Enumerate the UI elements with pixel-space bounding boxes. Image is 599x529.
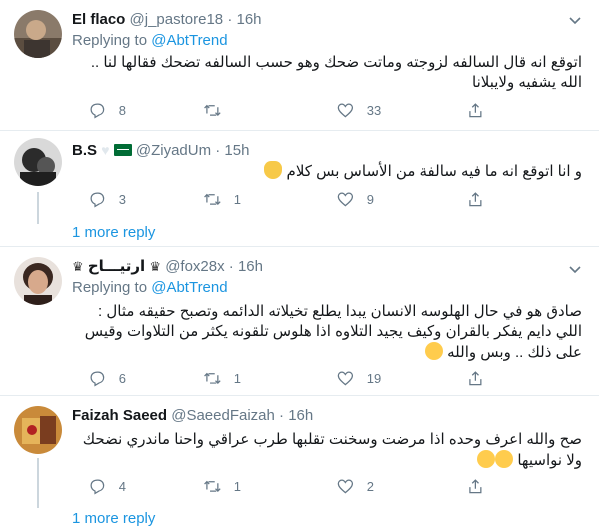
retweet-icon [204,104,221,116]
timestamp[interactable]: 16h [288,407,313,424]
replying-to: Replying to @AbtTrend [72,31,228,51]
heart-icon [337,192,354,207]
tweet-actions: 4 1 2 [72,476,512,496]
user-handle[interactable]: @SaeedFaizah [171,407,275,424]
separator-dot: · [227,11,233,28]
tweet-text: اتوقع انه قال السالفه لزوجته وماتت ضحك و… [90,54,582,91]
tweet-3[interactable]: ♛ ارتيـــاح ♛ @fox28x · 16h Replying to … [0,247,599,395]
retweet-count: 1 [233,370,241,386]
chevron-down-icon[interactable] [565,259,585,279]
facepalm-emoji-icon [264,161,283,179]
share-icon [469,102,482,117]
tears-of-joy-emoji-icon [495,450,514,468]
reply-button[interactable]: 8 [88,100,126,120]
heart-icon [337,103,354,118]
display-name[interactable]: Faizah Saeed [72,407,167,424]
mention-link[interactable]: @AbtTrend [151,279,227,296]
like-button[interactable]: 2 [336,476,374,496]
timestamp[interactable]: 15h [224,142,249,159]
separator-dot: · [215,142,221,159]
white-heart-icon: ♥ [101,142,110,158]
reply-count: 3 [118,191,126,207]
like-button[interactable]: 19 [336,368,381,388]
tweet-header: B.S ♥ @ZiyadUm · 15h [72,140,249,161]
tweet-actions: 6 1 19 [72,368,512,388]
share-icon [469,370,482,385]
reply-icon [90,371,105,387]
tweet-text-content: صادق هو في حال الهلوسه الانسان يبدا يطلع… [84,303,582,361]
retweet-count: 1 [233,191,241,207]
avatar[interactable] [14,138,62,186]
tweet-header: El flaco @j_pastore18 · 16h [72,10,262,30]
reply-icon [90,479,105,495]
replying-label: Replying to [72,32,148,49]
display-name[interactable]: ارتيـــاح [88,258,145,275]
tweet-header: Faizah Saeed @SaeedFaizah · 16h [72,406,313,426]
crown-icon: ♛ [72,259,84,274]
display-name[interactable]: El flaco [72,11,125,28]
display-name[interactable]: B.S [72,142,97,159]
retweet-icon [204,480,221,492]
like-button[interactable]: 9 [336,189,374,209]
replying-to: Replying to @AbtTrend [72,278,228,298]
retweet-count: 1 [233,478,241,494]
crown-icon: ♛ [149,259,162,274]
retweet-button[interactable]: 1 [203,189,241,209]
reply-button[interactable]: 6 [88,368,126,388]
tweet-text: و انا اتوقع انه ما فيه سالفة من الأساس ب… [72,161,582,182]
avatar[interactable] [14,257,62,305]
tweet-1[interactable]: El flaco @j_pastore18 · 16h Replying to … [0,0,599,130]
show-more-replies-link[interactable]: 1 more reply [72,509,155,529]
share-button[interactable] [466,476,485,496]
user-handle[interactable]: @j_pastore18 [130,11,224,28]
user-handle[interactable]: @fox28x [165,258,224,275]
reply-icon [90,192,105,208]
retweet-button[interactable]: 1 [203,476,241,496]
retweet-icon [204,372,221,384]
heart-icon [337,479,354,494]
avatar[interactable] [14,10,62,58]
share-button[interactable] [466,368,485,388]
tweet-text-content: و انا اتوقع انه ما فيه سالفة من الأساس ب… [286,163,582,180]
share-icon [469,478,482,493]
rolling-eyes-emoji-icon [424,342,443,360]
tweet-header: ♛ ارتيـــاح ♛ @fox28x · 16h [72,257,263,277]
reply-icon [90,103,105,119]
tweet-4[interactable]: Faizah Saeed @SaeedFaizah · 16h صح والله… [0,396,599,528]
share-icon [469,191,482,206]
tweet-actions: 3 1 9 [72,189,512,209]
tweet-2[interactable]: B.S ♥ @ZiyadUm · 15h و انا اتوقع انه ما … [0,131,599,245]
timestamp[interactable]: 16h [238,258,263,275]
reply-button[interactable]: 4 [88,476,126,496]
timestamp[interactable]: 16h [237,11,262,28]
reply-button[interactable]: 3 [88,189,126,209]
user-handle[interactable]: @ZiyadUm [136,142,211,159]
tweet-text: صادق هو في حال الهلوسه الانسان يبدا يطلع… [72,302,582,363]
like-count: 2 [366,478,374,494]
like-count: 9 [366,191,374,207]
replying-label: Replying to [72,279,148,296]
like-count: 19 [366,370,382,386]
share-button[interactable] [466,189,485,209]
saudi-flag-icon [113,144,132,156]
mention-link[interactable]: @AbtTrend [151,32,227,49]
separator-dot: · [279,407,285,424]
tears-of-joy-emoji-icon [477,450,496,468]
reply-count: 6 [118,370,126,386]
share-button[interactable] [466,100,485,120]
like-count: 33 [366,102,382,118]
reply-count: 4 [118,478,126,494]
retweet-button[interactable] [203,100,234,120]
reply-count: 8 [118,102,126,118]
tweet-actions: 8 33 [72,100,512,120]
retweet-icon [204,193,221,205]
like-button[interactable]: 33 [336,100,381,120]
tweet-text: صح والله اعرف وحده اذا مرضت وسخنت تقلبها… [72,430,582,471]
heart-icon [337,371,354,386]
chevron-down-icon[interactable] [565,10,585,30]
retweet-button[interactable]: 1 [203,368,241,388]
show-more-replies-link[interactable]: 1 more reply [72,223,155,243]
avatar[interactable] [14,406,62,454]
separator-dot: · [228,258,234,275]
